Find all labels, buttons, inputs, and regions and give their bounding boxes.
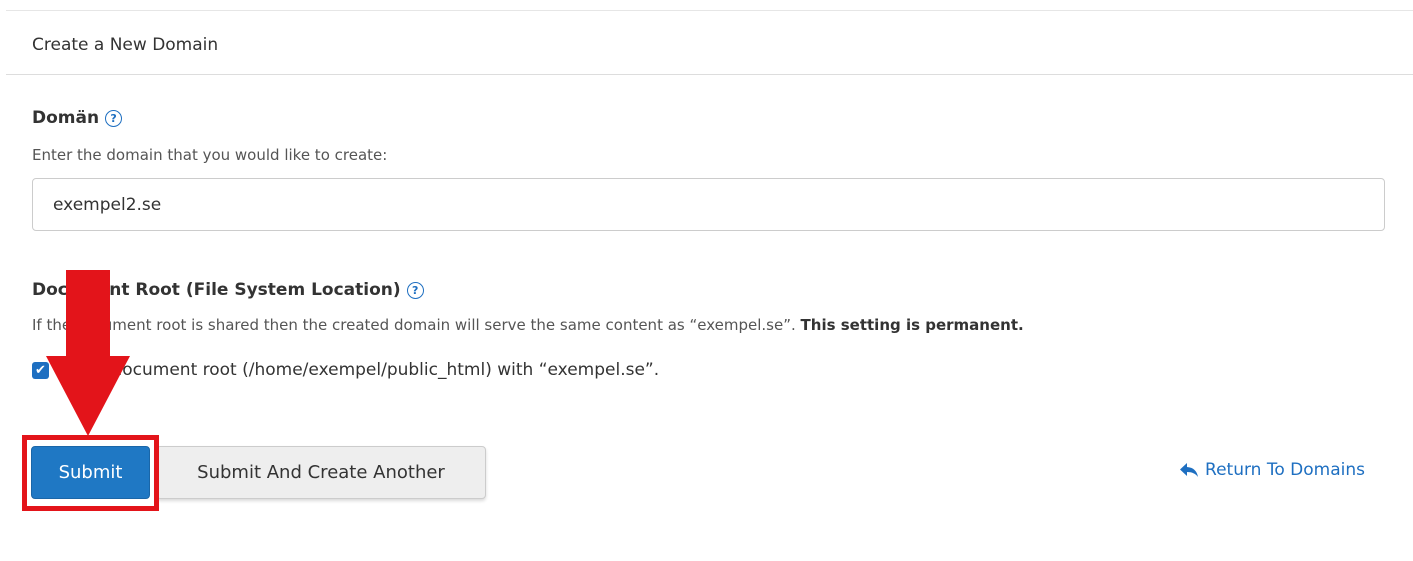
submit-and-create-another-button[interactable]: Submit And Create Another	[156, 446, 486, 499]
domain-input[interactable]	[32, 178, 1385, 231]
panel-title: Create a New Domain	[32, 35, 219, 55]
share-docroot-label[interactable]: Share document root (/home/exempel/publi…	[57, 360, 659, 380]
domain-label: Domän	[32, 108, 100, 128]
share-docroot-row: ✔ Share document root (/home/exempel/pub…	[32, 360, 659, 380]
docroot-permanent-note: This setting is permanent.	[800, 316, 1024, 334]
return-to-domains-link[interactable]: Return To Domains	[1179, 460, 1365, 480]
submit-button[interactable]: Submit	[31, 446, 150, 499]
docroot-description: If the document root is shared then the …	[32, 316, 1024, 334]
domain-label-row: Domän ?	[32, 108, 123, 128]
return-to-domains-label: Return To Domains	[1205, 460, 1365, 480]
panel-heading: Create a New Domain	[6, 11, 1413, 75]
domain-description: Enter the domain that you would like to …	[32, 146, 388, 164]
share-docroot-checkbox[interactable]: ✔	[32, 361, 49, 379]
docroot-description-text: If the document root is shared then the …	[32, 316, 796, 334]
docroot-help-icon[interactable]: ?	[406, 281, 424, 299]
reply-arrow-icon	[1180, 463, 1199, 477]
docroot-label-row: Document Root (File System Location) ?	[32, 280, 424, 300]
docroot-label: Document Root (File System Location)	[32, 280, 401, 300]
domain-help-icon[interactable]: ?	[105, 109, 123, 127]
